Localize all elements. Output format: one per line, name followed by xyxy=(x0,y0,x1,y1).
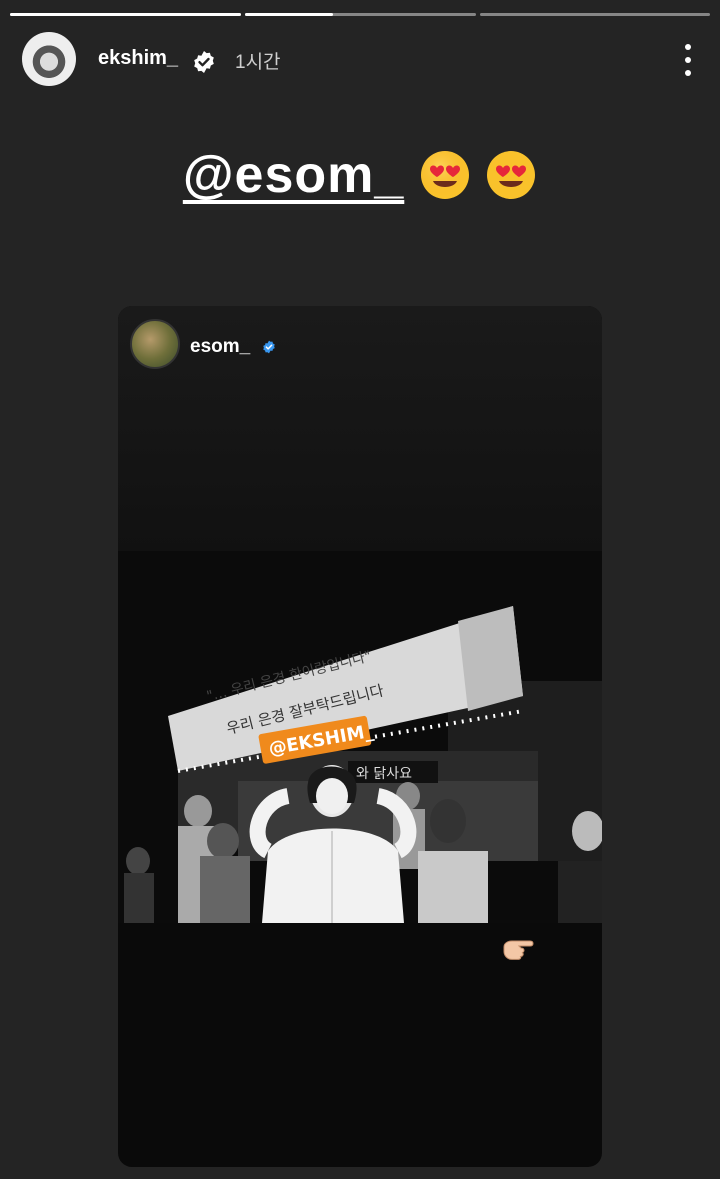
post-time: 1시간 xyxy=(235,52,281,73)
progress-segment xyxy=(480,13,710,16)
verified-badge-icon xyxy=(263,340,275,354)
shared-post-card[interactable]: esom_ "… 우리 은경 한이랑입니다" 우리 은경 잘부탁드립니다 @EK… xyxy=(118,306,602,1167)
shared-post-avatar[interactable] xyxy=(130,319,180,369)
shared-post-username[interactable]: esom_ xyxy=(190,336,250,358)
verified-badge-icon xyxy=(194,51,214,73)
mention-sticker[interactable]: @esom_ xyxy=(183,145,404,205)
mention-sticker-row: @esom_ xyxy=(0,145,720,215)
truck-sign: 와 닭사요 xyxy=(356,766,412,782)
story-progress xyxy=(10,13,710,16)
more-vertical-icon[interactable] xyxy=(678,44,698,76)
heart-eyes-emoji xyxy=(487,151,536,199)
story-header: ekshim_ 1시간 xyxy=(22,32,698,88)
progress-segment xyxy=(10,13,241,16)
heart-eyes-emoji xyxy=(420,151,469,199)
progress-segment xyxy=(245,13,476,16)
profile-avatar[interactable] xyxy=(22,32,76,86)
pointing-hand-emoji xyxy=(503,940,534,960)
story-username[interactable]: ekshim_ xyxy=(98,47,178,70)
shared-post-photo[interactable]: "… 우리 은경 한이랑입니다" 우리 은경 잘부탁드립니다 @EKSHIM_ … xyxy=(118,551,602,923)
